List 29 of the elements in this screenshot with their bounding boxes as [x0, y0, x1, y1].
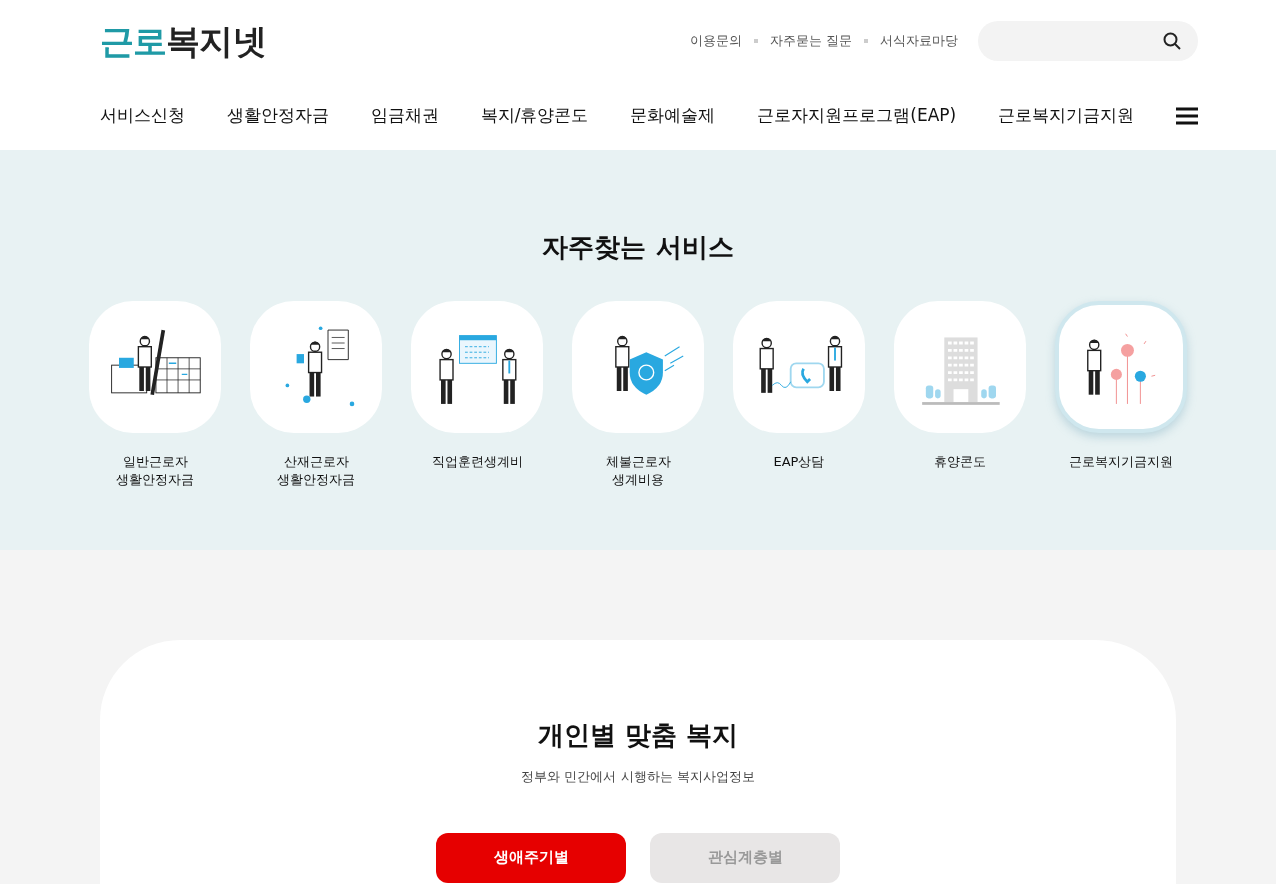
service-label[interactable]: 휴양콘도: [934, 453, 986, 471]
nav-menu-item[interactable]: 근로자지원프로그램(EAP): [757, 103, 957, 129]
nav-menu-item[interactable]: 임금채권: [370, 103, 439, 129]
utility-link[interactable]: 서식자료마당: [880, 31, 958, 51]
service-card[interactable]: [250, 301, 382, 433]
service-card[interactable]: [89, 301, 221, 433]
search-icon[interactable]: [1162, 31, 1182, 51]
menu-icon[interactable]: [1175, 107, 1198, 125]
service-label[interactable]: 직업훈련생계비: [431, 453, 523, 471]
search-field[interactable]: [978, 21, 1198, 61]
service-label[interactable]: 산재근로자 생활안정자금: [277, 453, 355, 489]
nav-menu-item[interactable]: 근로복지기금지원: [998, 103, 1135, 129]
section-subtitle: 정부와 민간에서 시행하는 복지사업정보: [521, 768, 755, 786]
service-label[interactable]: EAP상담: [773, 453, 825, 471]
utility-link[interactable]: 자주묻는 질문: [769, 31, 852, 51]
section-title: 개인별 맞춤 복지: [537, 719, 739, 752]
service-label[interactable]: 일반근로자 생활안정자금: [116, 453, 194, 489]
service-card[interactable]: [733, 301, 865, 433]
site-logo[interactable]: 근로복지넷: [100, 15, 266, 67]
section-title: 자주찾는 서비스: [542, 231, 734, 264]
service-label[interactable]: 체불근로자 생계비용: [605, 453, 671, 489]
nav-menu-item[interactable]: 문화예술제: [630, 103, 716, 129]
category-tab[interactable]: 생애주기별: [436, 832, 626, 883]
utility-link[interactable]: 이용문의: [689, 31, 742, 51]
service-label[interactable]: 근로복지기금지원: [1069, 453, 1173, 471]
nav-menu-item[interactable]: 복지/휴양콘도: [480, 103, 589, 129]
nav-menu-item[interactable]: 생활안정자금: [226, 103, 329, 129]
nav-menu-item[interactable]: 서비스신청: [100, 103, 185, 129]
service-card[interactable]: [411, 301, 543, 433]
